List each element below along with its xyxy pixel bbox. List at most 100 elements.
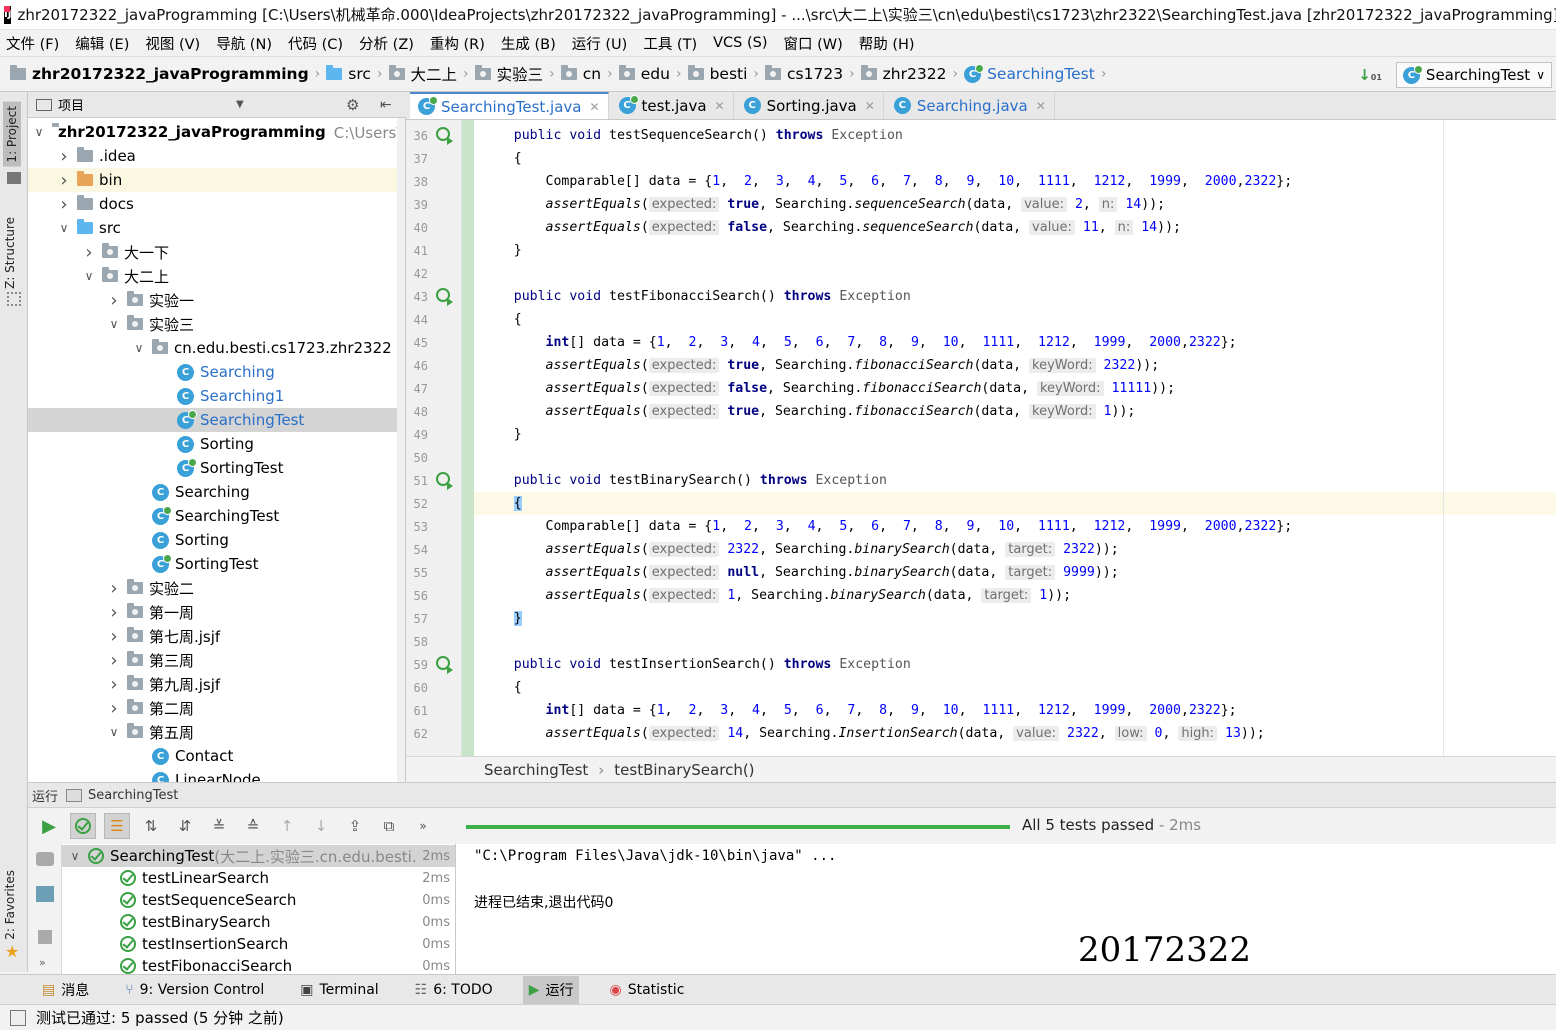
breadcrumb-item[interactable]: besti › — [687, 65, 765, 83]
show-ignored-icon[interactable]: ☰ — [104, 813, 130, 839]
breadcrumb-item[interactable]: cn › — [560, 65, 619, 83]
chevron-right-icon[interactable]: › — [107, 578, 121, 599]
chevron-right-icon[interactable]: › — [107, 602, 121, 623]
more-icon[interactable]: » — [410, 813, 436, 839]
menu-item[interactable]: 工具 (T) — [643, 33, 697, 54]
camera-icon[interactable] — [36, 852, 54, 866]
gear-icon[interactable]: ⚙ — [346, 96, 359, 114]
next-failed-icon[interactable]: ↓ — [308, 813, 334, 839]
coverage-icon[interactable] — [36, 886, 54, 902]
chevron-down-icon[interactable]: ∨ — [107, 317, 121, 331]
chevron-down-icon[interactable]: ∨ — [68, 849, 82, 863]
more-icon[interactable]: » — [39, 956, 46, 969]
breadcrumb-item[interactable]: src › — [326, 65, 388, 83]
project-panel-title[interactable]: 项目 — [58, 95, 84, 114]
tree-item[interactable]: › bin — [28, 168, 405, 192]
run-panel-config[interactable]: SearchingTest — [88, 788, 178, 803]
menu-item[interactable]: 编辑 (E) — [75, 33, 129, 54]
breadcrumb-method[interactable]: testBinarySearch() — [614, 761, 754, 779]
breadcrumb-item[interactable]: 实验三 › — [474, 63, 561, 85]
bottom-tab[interactable]: ▣ Terminal — [294, 976, 384, 1004]
tree-item[interactable]: ∨ cn.edu.besti.cs1723.zhr2322 — [28, 336, 405, 360]
close-icon[interactable]: ✕ — [589, 100, 599, 114]
chevron-right-icon[interactable]: › — [107, 698, 121, 719]
chevron-down-icon[interactable]: ▼ — [236, 99, 244, 110]
collapse-all-icon[interactable]: ≙ — [240, 813, 266, 839]
run-config-selector[interactable]: C SearchingTest ∨ — [1395, 62, 1552, 88]
previous-failed-icon[interactable]: ↑ — [274, 813, 300, 839]
sort-duration-icon[interactable]: ⇵ — [172, 813, 198, 839]
import-icon[interactable]: ⧉ — [376, 813, 402, 839]
chevron-down-icon[interactable]: ∨ — [82, 269, 96, 283]
bottom-tab[interactable]: ▤ 消息 — [36, 976, 95, 1004]
tree-item[interactable]: C Searching — [28, 480, 405, 504]
sort-alpha-icon[interactable]: ⇅ — [138, 813, 164, 839]
run-test-icon[interactable] — [436, 472, 453, 490]
chevron-down-icon[interactable]: ∨ — [132, 341, 146, 355]
breadcrumb-item[interactable]: C SearchingTest › — [964, 63, 1112, 83]
menu-item[interactable]: 运行 (U) — [572, 33, 628, 54]
menu-item[interactable]: 帮助 (H) — [859, 33, 915, 54]
test-row[interactable]: testBinarySearch 0ms — [62, 911, 455, 933]
tree-item[interactable]: › docs — [28, 192, 405, 216]
tree-item[interactable]: › 大一下 — [28, 240, 405, 264]
run-test-icon[interactable] — [436, 127, 453, 145]
editor-tab[interactable]: C SearchingTest.java ✕ — [410, 92, 609, 119]
bottom-tab[interactable]: ◉ Statistic — [603, 976, 690, 1004]
editor-tab[interactable]: C Searching.java ✕ — [886, 92, 1055, 119]
tree-item[interactable]: C SortingTest — [28, 456, 405, 480]
tree-item[interactable]: ∨ 实验三 — [28, 312, 405, 336]
close-icon[interactable]: ✕ — [865, 99, 875, 113]
run-test-icon[interactable] — [436, 656, 453, 674]
editor-tab[interactable]: Ctest.java ✕ — [611, 92, 734, 119]
tree-item[interactable]: › 第九周.jsjf — [28, 672, 405, 696]
menu-item[interactable]: 窗口 (W) — [783, 33, 842, 54]
tree-item[interactable]: ∨ 第五周 — [28, 720, 405, 744]
chevron-right-icon[interactable]: › — [57, 146, 71, 167]
bottom-tab[interactable]: ⑂ 9: Version Control — [119, 976, 270, 1004]
test-row[interactable]: testLinearSearch 2ms — [62, 867, 455, 889]
chevron-down-icon[interactable]: ∨ — [107, 725, 121, 739]
tree-item[interactable]: C Contact — [28, 744, 405, 768]
tree-item[interactable]: C Searching — [28, 360, 405, 384]
breadcrumb-item[interactable]: cs1723 › — [765, 65, 861, 83]
chevron-right-icon[interactable]: › — [107, 674, 121, 695]
breadcrumb-item[interactable]: zhr2322 › — [860, 65, 964, 83]
chevron-right-icon[interactable]: › — [107, 290, 121, 311]
menu-item[interactable]: 代码 (C) — [288, 33, 343, 54]
expand-all-icon[interactable]: ≚ — [206, 813, 232, 839]
chevron-down-icon[interactable]: ∨ — [57, 221, 71, 235]
run-test-icon[interactable] — [436, 288, 453, 306]
tree-item[interactable]: › 第一周 — [28, 600, 405, 624]
sort-icon[interactable]: ↓01 — [1358, 66, 1382, 84]
structure-tool-tab[interactable]: Z: Structure — [3, 217, 17, 289]
test-row[interactable]: testInsertionSearch 0ms — [62, 933, 455, 955]
chevron-down-icon[interactable]: ∨ — [32, 125, 46, 139]
rerun-icon[interactable]: ▶ — [36, 813, 62, 839]
test-root-row[interactable]: ∨ SearchingTest (大二上.实验三.cn.edu.besti. 2… — [62, 845, 455, 867]
menu-item[interactable]: 视图 (V) — [145, 33, 200, 54]
tree-item[interactable]: C SearchingTest — [28, 504, 405, 528]
show-passed-icon[interactable] — [70, 813, 96, 839]
tree-item[interactable]: C Sorting — [28, 432, 405, 456]
project-scrollbar[interactable] — [397, 118, 405, 782]
menu-item[interactable]: 重构 (R) — [430, 33, 485, 54]
breadcrumb-item[interactable]: 大二上 › — [388, 63, 475, 85]
stop-icon[interactable] — [38, 930, 52, 944]
breadcrumb-class[interactable]: SearchingTest — [484, 761, 588, 779]
breadcrumb-item[interactable]: edu › — [618, 65, 688, 83]
project-tool-tab[interactable]: 1: Project — [3, 102, 21, 167]
code-editor[interactable]: public void testSequenceSearch() throws … — [474, 120, 1556, 756]
close-icon[interactable]: ✕ — [1036, 99, 1046, 113]
tree-item[interactable]: C SearchingTest — [28, 408, 405, 432]
bottom-tab[interactable]: ▶ 运行 — [522, 975, 580, 1004]
chevron-right-icon[interactable]: › — [82, 242, 96, 263]
menu-item[interactable]: 生成 (B) — [501, 33, 556, 54]
close-icon[interactable]: ✕ — [715, 99, 725, 113]
menu-item[interactable]: 导航 (N) — [216, 33, 272, 54]
breadcrumb-item[interactable]: zhr20172322_javaProgramming › — [10, 65, 326, 83]
tree-item[interactable]: ∨ 大二上 — [28, 264, 405, 288]
chevron-right-icon[interactable]: › — [107, 626, 121, 647]
menu-item[interactable]: 文件 (F) — [6, 33, 59, 54]
chevron-right-icon[interactable]: › — [57, 170, 71, 191]
